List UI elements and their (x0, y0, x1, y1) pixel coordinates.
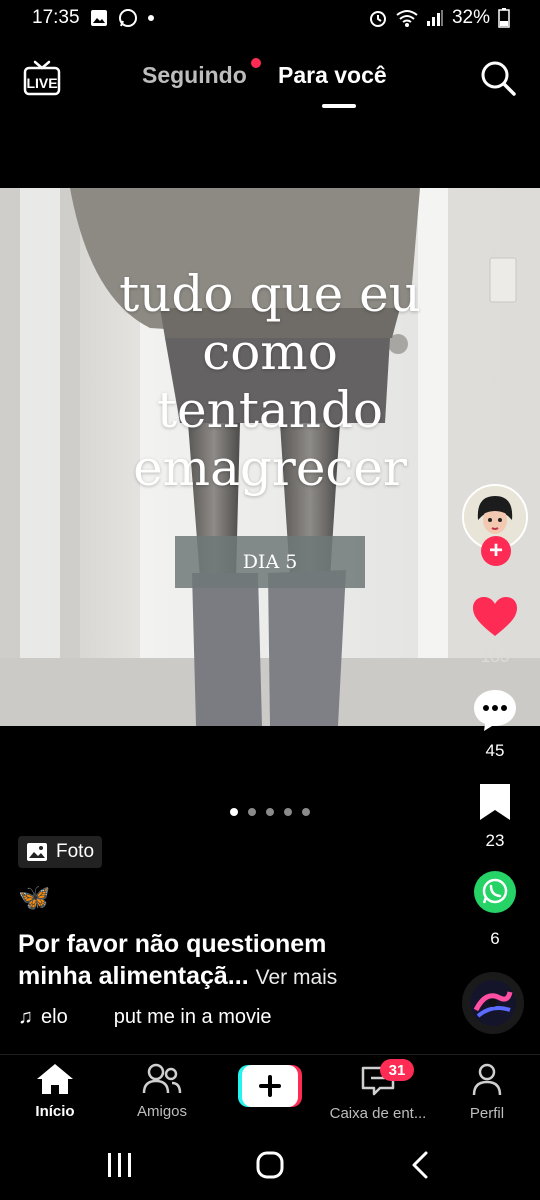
save-count: 23 (485, 831, 505, 850)
comment-button[interactable]: 45 (460, 688, 530, 761)
heart-icon (473, 597, 517, 636)
photo-type-chip: Foto (18, 836, 103, 868)
nav-inbox[interactable]: 31 Caixa de ent... (322, 1059, 434, 1122)
tab-following[interactable]: Seguindo (142, 58, 261, 89)
gallery-icon (90, 10, 107, 26)
tab-for-you[interactable]: Para você (278, 62, 387, 89)
share-count: 6 (490, 929, 500, 948)
caption-line-2: minha alimentaçã... (18, 962, 249, 990)
nav-friends-label: Amigos (136, 1103, 188, 1120)
overlay-line-4: emagrecer (133, 439, 407, 497)
whatsapp-share-icon (474, 871, 516, 913)
overlay-line-1: tudo que eu (119, 265, 421, 323)
status-bar: 17:35 32% (0, 0, 540, 36)
music-info[interactable]: ♫ elo put me in a movie (18, 1006, 272, 1029)
photo-pager[interactable] (230, 808, 310, 816)
music-note-icon: ♫ (18, 1006, 33, 1028)
comment-icon (474, 690, 516, 731)
creator-avatar[interactable]: + (462, 484, 528, 566)
butterfly-emoji: 🦋 (18, 882, 51, 912)
active-tab-indicator (322, 104, 356, 108)
back-button[interactable] (400, 1150, 440, 1180)
whatsapp-icon (118, 9, 137, 27)
live-label: LIVE (26, 75, 57, 91)
overlay-line-2: como (202, 323, 338, 381)
nav-profile[interactable]: Perfil (460, 1063, 514, 1122)
post-caption[interactable]: Por favor não questionem minha alimentaç… (18, 928, 458, 994)
nav-friends[interactable]: Amigos (128, 1063, 196, 1120)
inbox-badge: 31 (380, 1059, 414, 1081)
recent-apps-button[interactable] (100, 1150, 140, 1180)
search-icon (481, 61, 516, 96)
tab-for-you-label: Para você (278, 62, 387, 88)
home-system-button[interactable] (250, 1150, 290, 1180)
pager-dot[interactable] (284, 808, 292, 816)
music-disc-art (470, 980, 516, 1026)
see-more-link[interactable]: Ver mais (256, 966, 338, 989)
bottom-nav: Início Amigos 31 Caixa de ent... Perfil (0, 1054, 540, 1128)
nav-profile-label: Perfil (469, 1105, 505, 1122)
battery-icon (498, 8, 510, 28)
comment-count: 45 (485, 741, 505, 760)
create-button[interactable] (238, 1065, 302, 1107)
recent-apps-icon (108, 1153, 131, 1177)
battery-percent: 32% (451, 7, 490, 28)
overlay-text: tudo que eu como tentando emagrecer (0, 265, 540, 497)
nav-home-label: Início (35, 1103, 75, 1120)
new-content-dot (250, 58, 261, 68)
share-button[interactable]: 6 (460, 870, 530, 949)
profile-icon (472, 1063, 502, 1096)
search-button[interactable] (478, 58, 518, 98)
music-disc[interactable] (462, 972, 524, 1034)
pager-dot[interactable] (248, 808, 256, 816)
pager-dot[interactable] (302, 808, 310, 816)
like-button[interactable]: 183 (460, 596, 530, 667)
bookmark-icon (480, 784, 510, 820)
photo-type-label: Foto (56, 841, 95, 862)
day-label: DIA 5 (175, 536, 365, 588)
live-tv-icon: LIVE (23, 60, 61, 96)
photo-icon (27, 843, 47, 861)
music-title: put me in a movie (113, 1006, 272, 1028)
save-button[interactable]: 23 (460, 782, 530, 851)
signal-icon (426, 10, 443, 26)
back-icon (412, 1151, 428, 1179)
pager-dot-active[interactable] (230, 808, 238, 816)
plus-icon (238, 1065, 302, 1107)
follow-button[interactable]: + (481, 536, 511, 566)
wifi-icon (396, 10, 418, 27)
music-artist: elo (41, 1006, 68, 1028)
live-button[interactable]: LIVE (22, 58, 62, 98)
like-count: 183 (480, 647, 510, 666)
tab-following-label: Seguindo (142, 62, 247, 88)
friends-icon (142, 1063, 182, 1094)
nav-home[interactable]: Início (24, 1063, 86, 1120)
system-nav-bar (0, 1128, 540, 1200)
nav-inbox-label: Caixa de ent... (329, 1105, 427, 1122)
pager-dot[interactable] (266, 808, 274, 816)
notification-dot (147, 15, 154, 21)
home-circle-icon (256, 1151, 284, 1179)
alarm-icon (369, 11, 386, 27)
status-time: 17:35 (32, 7, 80, 28)
home-icon (37, 1064, 73, 1094)
caption-line-1: Por favor não questionem (18, 930, 327, 958)
overlay-line-3: tentando (156, 381, 384, 439)
top-nav: LIVE Seguindo Para você (0, 48, 540, 112)
